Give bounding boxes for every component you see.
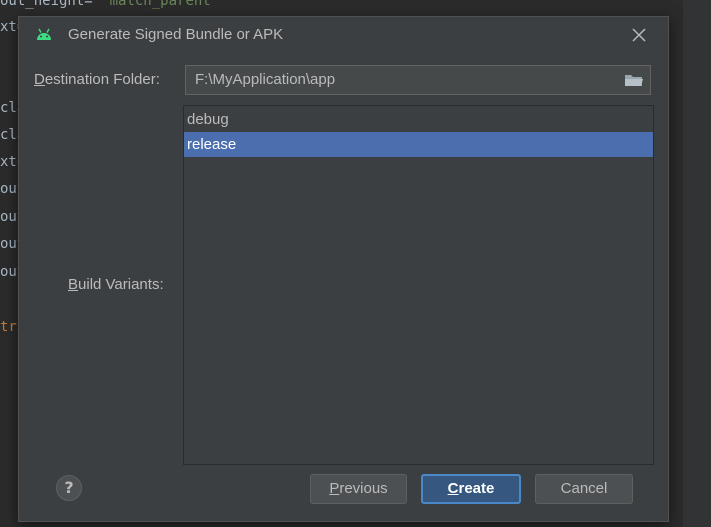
android-icon (37, 28, 51, 40)
build-variants-label: Build Variants: (68, 276, 164, 293)
code-line: out_height= "match_parent" (0, 0, 220, 9)
destination-folder-value: F:\MyApplication\app (195, 71, 336, 88)
previous-button[interactable]: Previous (310, 474, 407, 504)
list-item-debug[interactable]: debug (184, 107, 653, 132)
cancel-button[interactable]: Cancel (535, 474, 633, 504)
list-item-release[interactable]: release (184, 132, 653, 157)
build-variants-list[interactable]: debug release (183, 105, 654, 465)
close-icon (632, 28, 646, 42)
folder-icon (625, 75, 643, 86)
browse-folder-button[interactable] (624, 72, 644, 88)
destination-folder-label: Destination Folder: (34, 71, 160, 88)
close-button[interactable] (627, 23, 651, 47)
generate-signed-bundle-dialog: Generate Signed Bundle or APK Destinatio… (18, 16, 669, 522)
create-button[interactable]: Create (421, 474, 521, 504)
destination-folder-field[interactable]: F:\MyApplication\app (185, 65, 651, 95)
editor-gutter (683, 0, 711, 527)
dialog-title-bar[interactable]: Generate Signed Bundle or APK (19, 17, 668, 53)
help-button[interactable]: ? (56, 475, 82, 501)
dialog-title: Generate Signed Bundle or APK (68, 26, 284, 43)
